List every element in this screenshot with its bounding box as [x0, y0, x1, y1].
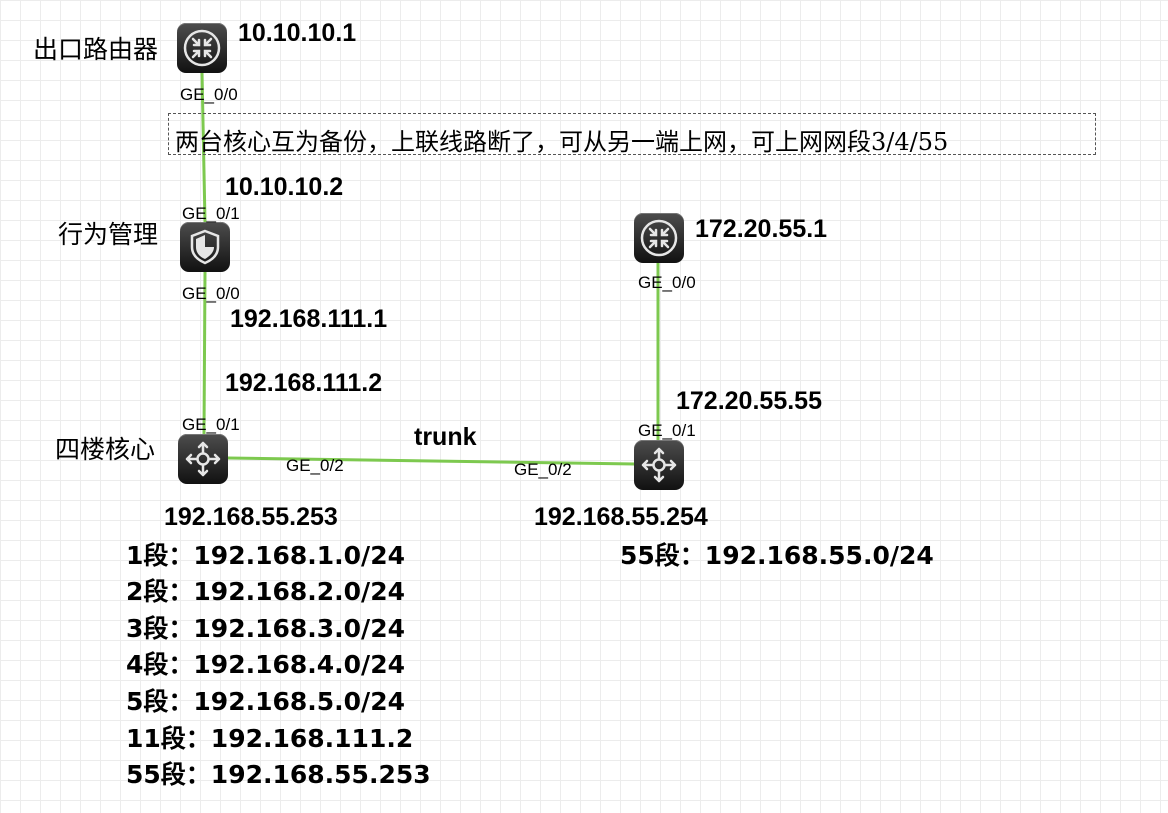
segment-label: 55段： [126, 760, 211, 789]
router2-port: GE_0/0 [638, 273, 696, 292]
behavior-mgmt-port-down: GE_0/0 [182, 284, 240, 303]
router-icon [640, 219, 678, 257]
trunk-link-label: trunk [414, 423, 477, 451]
segment-label: 5段： [126, 687, 194, 716]
core2-ip-up: 172.20.55.55 [676, 387, 822, 415]
segment-label: 1段： [126, 541, 194, 570]
exit-router-port: GE_0/0 [180, 85, 238, 104]
core4-port-up: GE_0/1 [182, 415, 240, 434]
core2-segment-label: 55段： [620, 541, 705, 570]
segment-value: 192.168.4.0/24 [193, 650, 405, 679]
exit-router-name: 出口路由器 [33, 35, 159, 64]
core4-vlan-ip: 192.168.55.253 [164, 503, 338, 531]
core2-vlan-ip: 192.168.55.254 [534, 503, 708, 531]
router-icon [183, 29, 221, 67]
core2-port-up: GE_0/1 [638, 421, 696, 440]
segment-item: 2段：192.168.2.0/24 [126, 579, 405, 604]
segment-label: 11段： [126, 724, 211, 753]
segment-item: 4段：192.168.4.0/24 [126, 652, 405, 677]
segment-value: 192.168.5.0/24 [193, 687, 405, 716]
l3-switch-icon [185, 441, 221, 477]
core4-port-trunk: GE_0/2 [286, 456, 344, 475]
segment-item: 5段：192.168.5.0/24 [126, 689, 405, 714]
segment-item: 11段：192.168.111.2 [126, 726, 413, 751]
segment-item: 3段：192.168.3.0/24 [126, 616, 405, 641]
segment-value: 192.168.2.0/24 [193, 577, 405, 606]
behavior-mgmt-device[interactable] [180, 222, 230, 272]
core4-switch-device[interactable] [178, 434, 228, 484]
segment-item: 1段：192.168.1.0/24 [126, 543, 405, 568]
core2-segment-value: 192.168.55.0/24 [704, 541, 934, 570]
core4-name: 四楼核心 [55, 435, 156, 464]
backup-note-box: 两台核心互为备份，上联线路断了，可从另一端上网，可上网网段3/4/55 [168, 113, 1096, 156]
segment-item: 55段：192.168.55.253 [126, 762, 431, 787]
core4-ip-up: 192.168.111.2 [225, 369, 383, 397]
backup-note-text: 两台核心互为备份，上联线路断了，可从另一端上网，可上网网段3/4/55 [175, 128, 949, 156]
core2-segment: 55段：192.168.55.0/24 [620, 543, 934, 568]
behavior-mgmt-name: 行为管理 [58, 220, 159, 249]
segment-value: 192.168.3.0/24 [193, 614, 405, 643]
segment-label: 2段： [126, 577, 194, 606]
firewall-shield-icon [190, 229, 220, 265]
router2-ip: 172.20.55.1 [695, 215, 828, 243]
exit-router-device[interactable] [177, 23, 227, 73]
segment-label: 3段： [126, 614, 194, 643]
exit-router-ip: 10.10.10.1 [238, 19, 357, 47]
l3-switch-icon [641, 447, 677, 483]
segment-value: 192.168.55.253 [210, 760, 431, 789]
core2-switch-device[interactable] [634, 440, 684, 490]
behavior-mgmt-ip-down: 192.168.111.1 [230, 305, 388, 333]
core2-port-trunk: GE_0/2 [514, 460, 572, 479]
segment-value: 192.168.111.2 [210, 724, 414, 753]
behavior-mgmt-ip-up: 10.10.10.2 [225, 173, 344, 201]
segment-value: 192.168.1.0/24 [193, 541, 405, 570]
behavior-mgmt-port-up: GE_0/1 [182, 204, 240, 223]
router2-device[interactable] [634, 213, 684, 263]
segment-label: 4段： [126, 650, 194, 679]
